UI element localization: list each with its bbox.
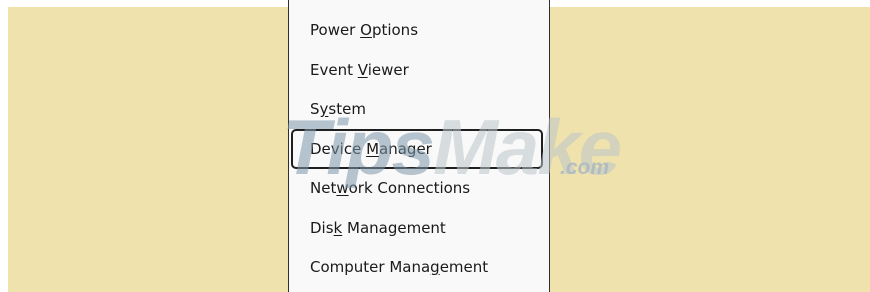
menu-item-computer-management[interactable]: Computer Management xyxy=(291,250,543,284)
menu-item-system[interactable]: System xyxy=(291,92,543,126)
menu-item-power-options[interactable]: Power Options xyxy=(291,13,543,47)
access-key: M xyxy=(366,140,380,158)
menu-item-label: Network Connections xyxy=(310,179,471,197)
menu-item-label: Power Options xyxy=(310,21,419,39)
menu-item-label: System xyxy=(310,100,366,118)
access-key: k xyxy=(333,219,343,237)
quick-link-context-menu: Power Options Event Viewer System Device… xyxy=(288,0,550,292)
menu-item-label: Event Viewer xyxy=(310,61,409,79)
access-key: g xyxy=(430,258,440,276)
menu-item-label: Device Manager xyxy=(310,140,432,158)
menu-item-label: Computer Management xyxy=(310,258,489,276)
menu-item-event-viewer[interactable]: Event Viewer xyxy=(291,53,543,87)
access-key: V xyxy=(357,61,368,79)
menu-item-network-connections[interactable]: Network Connections xyxy=(291,171,543,205)
access-key: w xyxy=(336,179,349,197)
menu-item-label: Disk Management xyxy=(310,219,446,237)
menu-item-disk-management[interactable]: Disk Management xyxy=(291,211,543,245)
access-key: O xyxy=(360,21,372,39)
menu-item-device-manager[interactable]: Device Manager xyxy=(291,129,543,169)
